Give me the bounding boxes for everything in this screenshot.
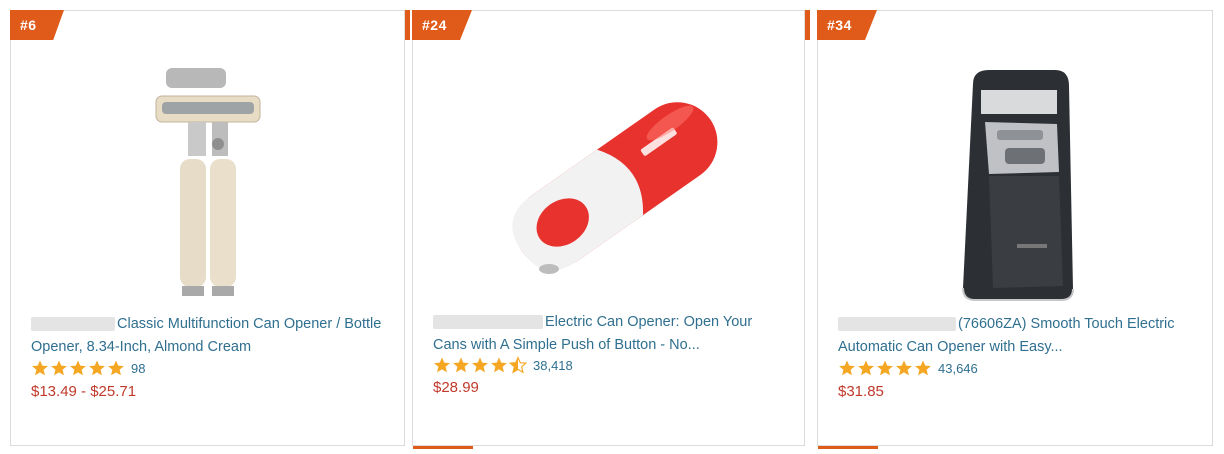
price: $31.85 bbox=[838, 383, 884, 400]
star-icon bbox=[472, 357, 488, 373]
bottom-accent bbox=[818, 446, 878, 449]
product-image[interactable] bbox=[818, 51, 1212, 316]
manual-can-opener-image bbox=[155, 67, 260, 296]
rank-badge: #24 bbox=[412, 10, 472, 40]
review-count[interactable]: 98 bbox=[131, 361, 145, 376]
rating[interactable]: 98 bbox=[31, 359, 145, 377]
star-rating bbox=[433, 356, 527, 374]
product-card[interactable]: #24 Electric Can Opener: Open Your Cans … bbox=[412, 10, 810, 449]
product-card[interactable]: #6 Classic Multifunction Can Opener / Bo… bbox=[10, 10, 410, 446]
star-icon bbox=[434, 357, 450, 373]
star-icon bbox=[858, 360, 874, 376]
star-icon bbox=[915, 360, 931, 376]
price: $13.49 - $25.71 bbox=[31, 383, 137, 400]
star-icon bbox=[896, 360, 912, 376]
star-rating bbox=[838, 359, 932, 377]
product-title-link[interactable]: Electric Can Opener: Open Your Cans with… bbox=[433, 311, 786, 357]
redacted-brand bbox=[433, 315, 543, 330]
star-icon bbox=[51, 360, 67, 376]
star-icon bbox=[89, 360, 105, 376]
star-rating bbox=[31, 359, 125, 377]
redacted-brand bbox=[838, 317, 956, 332]
star-icon bbox=[70, 360, 86, 376]
half-star-icon bbox=[509, 356, 527, 374]
review-count[interactable]: 38,418 bbox=[533, 358, 573, 373]
product-card[interactable]: #34 (76606ZA) Smooth Touch Electric Auto… bbox=[817, 10, 1213, 449]
product-title-link[interactable]: (76606ZA) Smooth Touch Electric Automati… bbox=[838, 313, 1194, 359]
product-image[interactable] bbox=[11, 51, 404, 316]
price: $28.99 bbox=[433, 379, 479, 396]
automatic-can-opener-image bbox=[962, 69, 1074, 301]
star-icon bbox=[453, 357, 469, 373]
corner-accent bbox=[405, 10, 410, 40]
star-icon bbox=[491, 357, 507, 373]
rank-badge: #6 bbox=[10, 10, 64, 40]
corner-accent bbox=[805, 10, 810, 40]
redacted-brand bbox=[31, 317, 115, 332]
product-image[interactable] bbox=[413, 51, 804, 316]
star-icon bbox=[108, 360, 124, 376]
star-icon bbox=[32, 360, 48, 376]
bottom-accent bbox=[413, 446, 473, 449]
star-icon bbox=[839, 360, 855, 376]
rank-badge: #34 bbox=[817, 10, 877, 40]
star-icon bbox=[877, 360, 893, 376]
product-title-link[interactable]: Classic Multifunction Can Opener / Bottl… bbox=[31, 313, 386, 359]
review-count[interactable]: 43,646 bbox=[938, 361, 978, 376]
electric-can-opener-image bbox=[511, 101, 717, 274]
rating[interactable]: 43,646 bbox=[838, 359, 978, 377]
rating[interactable]: 38,418 bbox=[433, 356, 573, 374]
